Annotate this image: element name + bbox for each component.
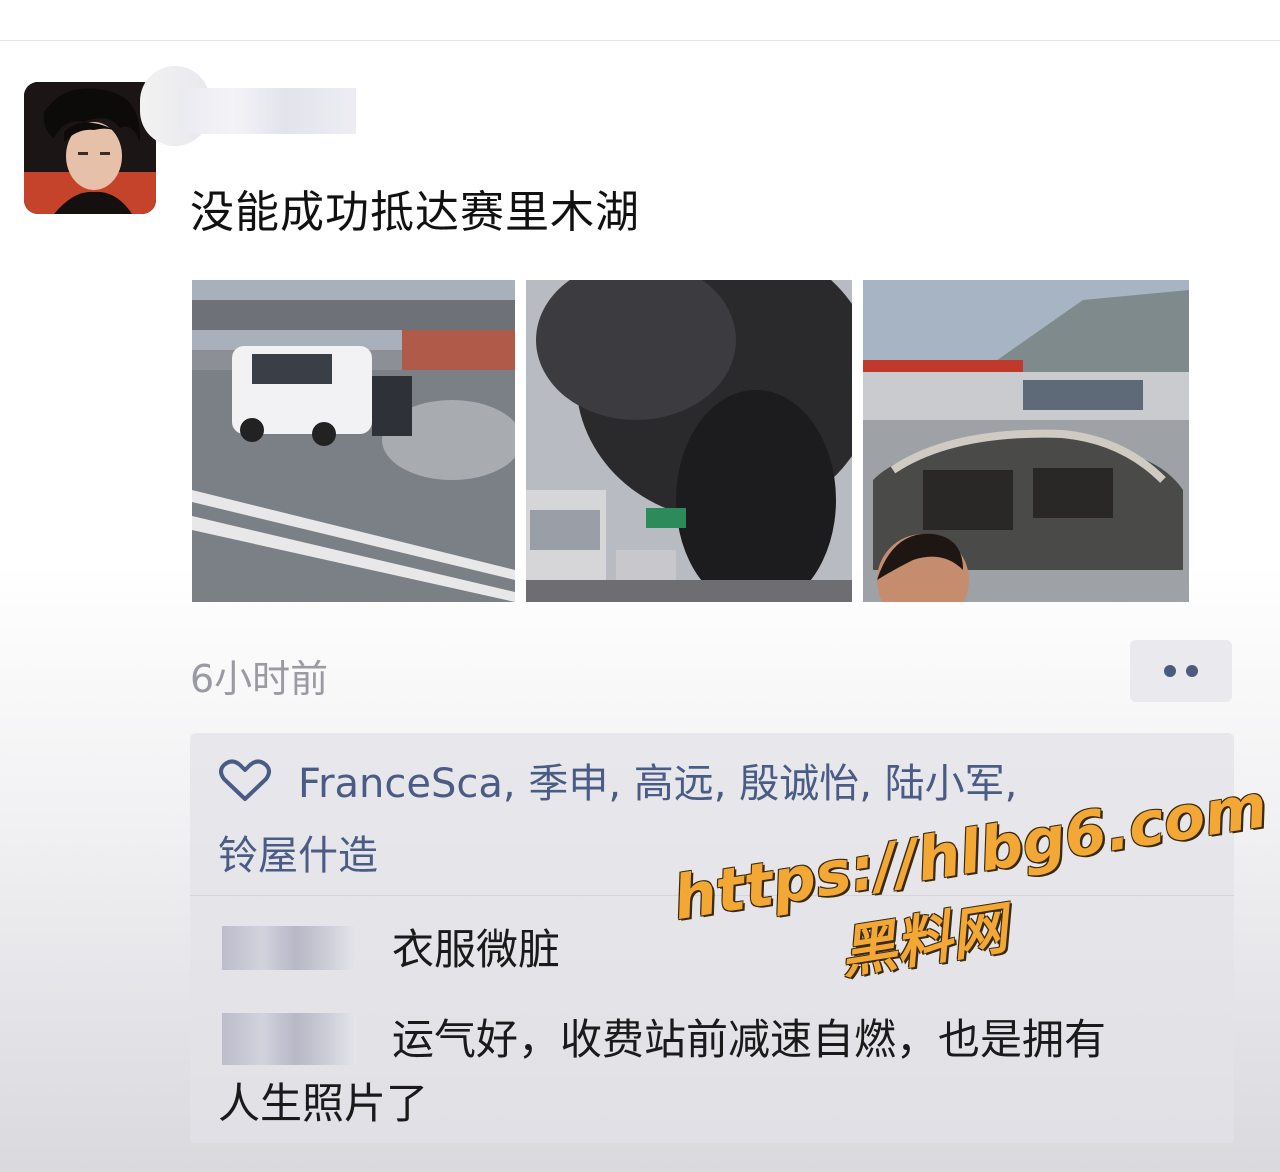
post-text: 没能成功抵达赛里木湖 xyxy=(190,187,640,238)
white-suv-skidding-photo[interactable] xyxy=(192,280,515,602)
black-smoke-fire-photo[interactable] xyxy=(526,280,852,602)
comment-author-blurred[interactable] xyxy=(222,926,356,970)
more-dot-icon xyxy=(1164,665,1176,677)
more-dot-icon xyxy=(1186,665,1198,677)
comment-text: 衣服微脏 xyxy=(392,925,561,974)
avatar[interactable] xyxy=(24,82,156,214)
post-timestamp: 6小时前 xyxy=(190,657,329,701)
heart-icon xyxy=(219,759,271,801)
comment-text-continued: 人生照片了 xyxy=(218,1079,429,1128)
more-options-button[interactable] xyxy=(1130,640,1232,702)
burned-car-wreck-photo[interactable] xyxy=(863,280,1189,602)
likes-line-1[interactable]: FranceSca, 季申, 高远, 殷诚怡, 陆小军, xyxy=(298,761,1017,807)
top-divider xyxy=(0,40,1280,41)
avatar-illustration xyxy=(24,82,156,214)
likes-line-2[interactable]: 铃屋什造 xyxy=(218,833,378,879)
comment-author-blurred[interactable] xyxy=(222,1013,356,1065)
username-blurred[interactable] xyxy=(140,62,356,150)
